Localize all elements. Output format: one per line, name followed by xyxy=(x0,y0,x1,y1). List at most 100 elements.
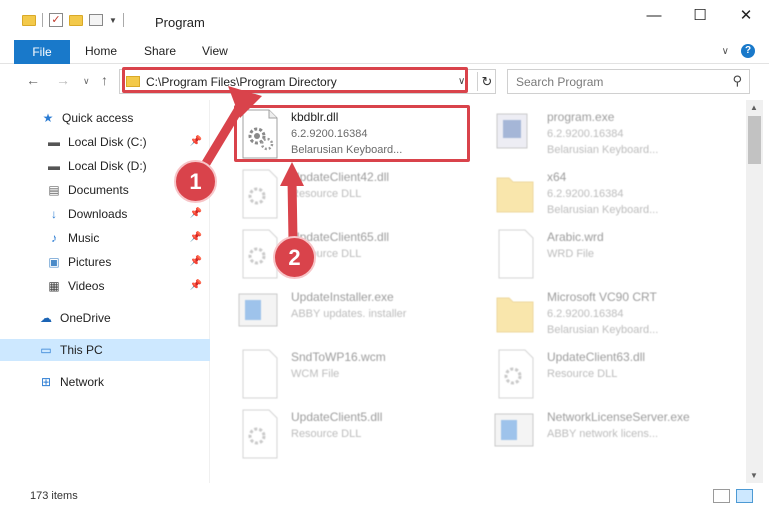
properties-icon[interactable] xyxy=(89,14,103,26)
star-icon: ★ xyxy=(42,111,54,125)
view-toggle xyxy=(713,489,753,503)
download-icon: ↓ xyxy=(51,207,57,221)
new-folder-icon[interactable] xyxy=(69,14,83,26)
videos-icon: ▦ xyxy=(48,279,60,293)
file-description: ABBY network licens... xyxy=(547,428,659,440)
minimize-button[interactable]: — xyxy=(631,0,677,30)
sidebar-item-label: Network xyxy=(60,375,105,389)
folder-icon xyxy=(496,177,534,213)
sidebar-item-label: Pictures xyxy=(68,255,112,269)
file-item-updateclient63[interactable]: UpdateClient63.dll Resource DLL xyxy=(493,348,733,408)
search-icon[interactable]: ⚲ xyxy=(732,73,742,89)
sidebar-item-label: Local Disk (C:) xyxy=(68,135,147,149)
title-bar: ✓ ▼ Program — ☐ ✕ xyxy=(0,0,769,38)
scroll-thumb[interactable] xyxy=(748,116,761,164)
sidebar-item-network[interactable]: ⊞ Network xyxy=(0,371,210,393)
file-type: WRD File xyxy=(547,248,595,260)
close-button[interactable]: ✕ xyxy=(723,0,769,30)
cloud-icon: ☁ xyxy=(40,311,52,325)
file-name: Arabic.wrd xyxy=(547,230,604,244)
dll-gear-icon xyxy=(242,169,278,219)
file-name: program.exe xyxy=(547,110,615,124)
refresh-icon[interactable]: ↻ xyxy=(477,72,496,91)
search-placeholder: Search Program xyxy=(516,75,604,89)
file-type: Resource DLL xyxy=(547,368,618,380)
recent-chevron-icon[interactable]: ∨ xyxy=(83,76,90,87)
file-description: Belarusian Keyboard... xyxy=(547,204,659,216)
tab-share[interactable]: Share xyxy=(144,44,176,58)
sidebar-item-music[interactable]: ♪ Music 📌 xyxy=(0,227,210,249)
pin-icon: 📌 xyxy=(189,280,202,291)
sidebar-item-onedrive[interactable]: ☁ OneDrive xyxy=(0,307,210,329)
window-title: Program xyxy=(155,15,205,30)
file-type: WCM File xyxy=(291,368,340,380)
file-item-vc90-crt[interactable]: Microsoft VC90 CRT 6.2.9200.16384 Belaru… xyxy=(493,288,733,348)
sidebar-item-label: Downloads xyxy=(68,207,128,221)
address-highlight-box xyxy=(122,67,468,93)
file-name: NetworkLicenseServer.exe xyxy=(547,410,690,424)
exe-icon xyxy=(496,113,528,149)
callout-badge-2: 2 xyxy=(273,236,316,279)
sidebar-item-this-pc[interactable]: ▭ This PC xyxy=(0,339,210,361)
file-name: UpdateClient63.dll xyxy=(547,350,646,364)
forward-arrow-icon[interactable]: → xyxy=(56,72,70,88)
callout-badge-1: 1 xyxy=(174,160,217,203)
file-item-updateclient5[interactable]: UpdateClient5.dll Resource DLL xyxy=(237,408,477,468)
up-arrow-icon[interactable]: ↑ xyxy=(101,72,108,88)
file-item-updateclient42[interactable]: UpdateClient42.dll Resource DLL xyxy=(237,168,477,228)
document-icon xyxy=(498,229,534,279)
tab-file[interactable]: File xyxy=(14,40,70,64)
scroll-up-icon[interactable]: ▲ xyxy=(750,103,758,112)
maximize-button[interactable]: ☐ xyxy=(677,0,723,30)
pin-icon: 📌 xyxy=(189,256,202,267)
file-name: UpdateClient5.dll xyxy=(291,410,383,424)
tab-home[interactable]: Home xyxy=(85,44,117,58)
file-type: Resource DLL xyxy=(291,188,362,200)
vertical-scrollbar[interactable]: ▲ ▼ xyxy=(746,100,763,483)
window-controls: — ☐ ✕ xyxy=(631,0,769,30)
tab-view[interactable]: View xyxy=(202,44,228,58)
sidebar-item-quick-access[interactable]: ★ Quick access xyxy=(0,107,210,129)
file-item-updateinstaller[interactable]: UpdateInstaller.exe ABBY updates. instal… xyxy=(237,288,477,348)
file-name: SndToWP16.wcm xyxy=(291,350,386,364)
search-box[interactable]: Search Program ⚲ xyxy=(507,69,750,94)
documents-icon: ▤ xyxy=(48,183,60,197)
drive-icon: ▬ xyxy=(48,135,60,149)
scroll-down-icon[interactable]: ▼ xyxy=(750,471,758,480)
quick-access-toolbar: ✓ ▼ xyxy=(22,13,124,27)
file-version: 6.2.9200.16384 xyxy=(547,188,624,200)
file-version: 6.2.9200.16384 xyxy=(547,128,624,140)
sidebar-item-local-disk-c[interactable]: ▬ Local Disk (C:) 📌 xyxy=(0,131,210,153)
help-icon[interactable]: ? xyxy=(741,44,755,58)
file-item-arabic-wrd[interactable]: Arabic.wrd WRD File xyxy=(493,228,733,288)
navigation-pane: ★ Quick access ▬ Local Disk (C:) 📌 ▬ Loc… xyxy=(0,100,210,483)
status-bar: 173 items xyxy=(0,483,769,523)
chevron-down-icon[interactable]: ▼ xyxy=(109,16,117,25)
sidebar-item-label: Music xyxy=(68,231,100,245)
document-icon xyxy=(242,349,278,399)
sidebar-item-downloads[interactable]: ↓ Downloads 📌 xyxy=(0,203,210,225)
network-icon: ⊞ xyxy=(40,375,52,389)
dll-gear-icon xyxy=(242,409,278,459)
file-version: 6.2.9200.16384 xyxy=(547,308,624,320)
tiles-view-icon[interactable] xyxy=(736,489,753,503)
file-name: UpdateClient42.dll xyxy=(291,170,390,184)
file-item-networklicenseserver[interactable]: NetworkLicenseServer.exe ABBY network li… xyxy=(493,408,733,468)
computer-icon: ▭ xyxy=(40,343,52,357)
file-item-x64[interactable]: x64 6.2.9200.16384 Belarusian Keyboard..… xyxy=(493,168,733,228)
sidebar-item-videos[interactable]: ▦ Videos 📌 xyxy=(0,275,210,297)
file-item-sndtowp16[interactable]: SndToWP16.wcm WCM File xyxy=(237,348,477,408)
drive-icon: ▬ xyxy=(48,159,60,173)
pin-icon: 📌 xyxy=(189,136,202,147)
pictures-icon: ▣ xyxy=(48,255,60,269)
music-icon: ♪ xyxy=(51,231,57,245)
sidebar-item-pictures[interactable]: ▣ Pictures 📌 xyxy=(0,251,210,273)
file-item-program-exe[interactable]: program.exe 6.2.9200.16384 Belarusian Ke… xyxy=(493,108,733,168)
ribbon-right: ∨ ? xyxy=(722,44,755,58)
divider xyxy=(42,13,43,27)
details-view-icon[interactable] xyxy=(713,489,730,503)
back-arrow-icon[interactable]: ← xyxy=(26,72,40,88)
sidebar-item-label: Quick access xyxy=(62,111,134,125)
properties-check-icon[interactable]: ✓ xyxy=(49,13,63,27)
expand-ribbon-icon[interactable]: ∨ xyxy=(722,46,729,57)
